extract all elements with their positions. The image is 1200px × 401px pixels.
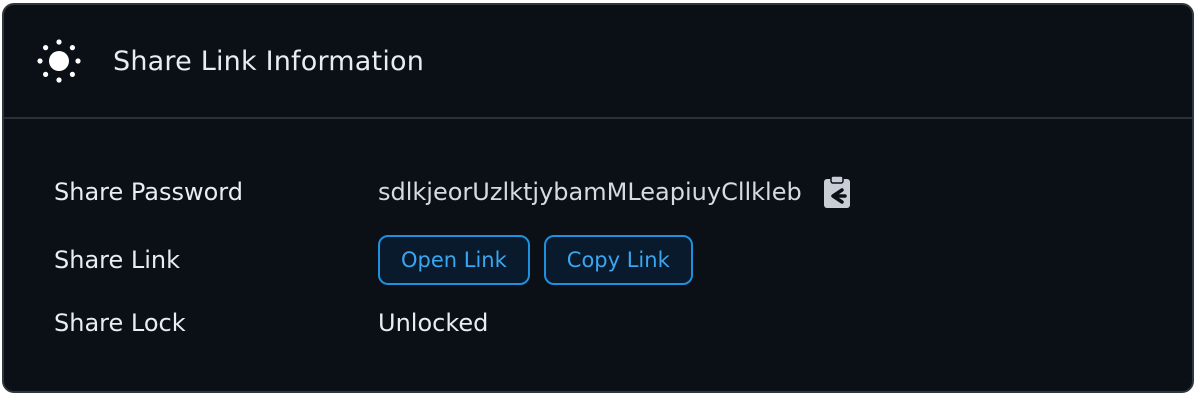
- copy-link-button[interactable]: Copy Link: [543, 235, 693, 285]
- card-title: Share Link Information: [113, 45, 425, 77]
- share-lock-value: Unlocked: [378, 309, 489, 337]
- card-header: Share Link Information: [4, 5, 1192, 119]
- share-password-row: Share Password sdlkjeorUzlktjybamMLeapiu…: [54, 175, 852, 209]
- clipboard-copy-icon[interactable]: [822, 175, 852, 209]
- share-password-value-wrap: sdlkjeorUzlktjybamMLeapiuyCllkleb: [378, 175, 852, 209]
- sun-icon: [33, 35, 85, 87]
- share-link-label: Share Link: [54, 246, 181, 274]
- share-password-value: sdlkjeorUzlktjybamMLeapiuyCllkleb: [378, 178, 802, 206]
- share-password-label: Share Password: [54, 178, 243, 206]
- share-lock-label: Share Lock: [54, 309, 186, 337]
- share-link-row: Share Link Open Link Copy Link: [54, 235, 693, 285]
- share-lock-row: Share Lock Unlocked: [54, 309, 488, 337]
- share-link-card: Share Link Information Share Password sd…: [2, 3, 1194, 393]
- share-link-actions: Open Link Copy Link: [378, 235, 693, 285]
- open-link-button[interactable]: Open Link: [378, 235, 530, 285]
